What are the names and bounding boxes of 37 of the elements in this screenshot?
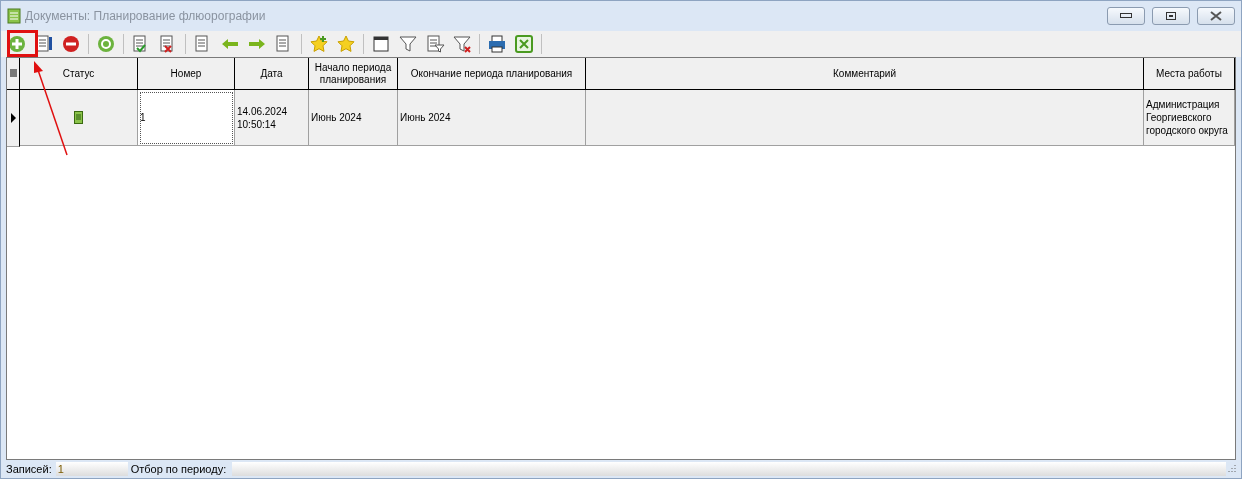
column-header[interactable]: Окончание периода планирования	[398, 58, 586, 90]
row-pointer-icon	[10, 113, 16, 123]
refresh-icon	[96, 34, 116, 54]
print-icon	[487, 34, 507, 54]
table-cell: 14.06.2024 10:50:14	[235, 90, 309, 146]
add-icon	[7, 34, 27, 54]
document-icon	[74, 111, 83, 124]
table-cell: Администрация Георгиевского городского округа	[1144, 90, 1235, 146]
column-header[interactable]: Номер	[138, 58, 235, 90]
filter-icon	[398, 34, 418, 54]
minimize-icon	[1120, 13, 1132, 19]
excel-icon	[514, 34, 534, 54]
period-filter-label: Отбор по периоду:	[130, 463, 227, 475]
minimize-button[interactable]	[1107, 7, 1145, 25]
window-title: Документы: Планирование флюорографии	[25, 9, 267, 23]
column-header[interactable]: Начало периода планирования	[309, 58, 398, 90]
records-count: 1	[55, 462, 128, 476]
close-icon	[1210, 11, 1222, 21]
column-header[interactable]: Комментарий	[586, 58, 1144, 90]
table-cell: Июнь 2024	[309, 90, 398, 146]
document-filter-icon	[425, 34, 445, 54]
maximize-button[interactable]	[1152, 7, 1190, 25]
star-plus-icon	[309, 34, 329, 54]
column-header[interactable]: Дата	[235, 58, 309, 90]
highlight-frame	[7, 30, 38, 57]
resize-grip-icon	[1226, 464, 1236, 474]
maximize-icon	[1166, 12, 1176, 20]
app-icon	[7, 8, 21, 24]
column-header[interactable]: Статус	[20, 58, 138, 90]
table-cell: Июнь 2024	[398, 90, 586, 146]
filter-cross-icon	[452, 34, 472, 54]
table-cell: 1	[138, 90, 235, 146]
delete-icon	[61, 34, 81, 54]
records-label: Записей:	[6, 463, 52, 475]
close-button[interactable]	[1197, 7, 1235, 25]
calendar-icon	[371, 34, 391, 54]
column-header[interactable]: Места работы	[1144, 58, 1235, 90]
